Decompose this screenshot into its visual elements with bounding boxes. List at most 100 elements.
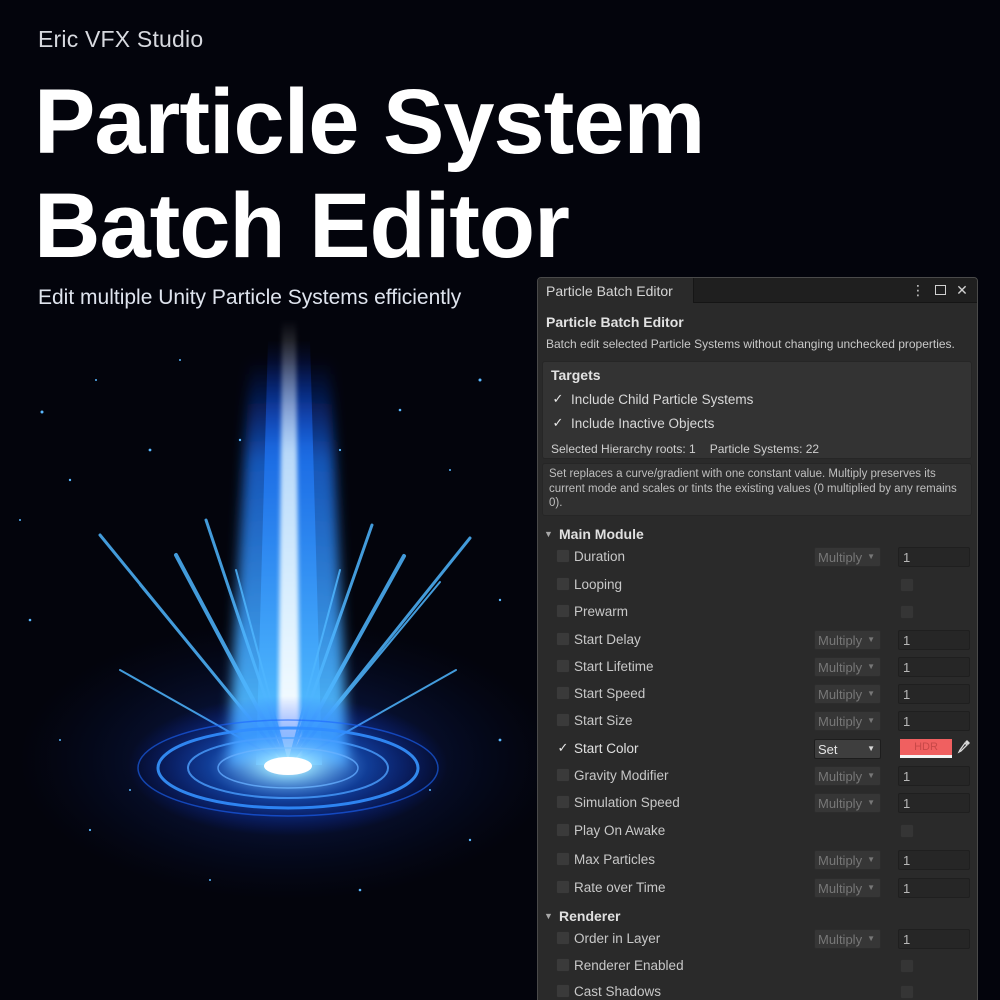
prewarm-checkbox[interactable]	[556, 604, 570, 618]
looping-value-toggle[interactable]	[900, 578, 914, 592]
more-options-icon[interactable]: ⋮	[911, 281, 925, 299]
rate-over-time-mode-dropdown[interactable]: Multiply ▼	[814, 878, 881, 898]
foldout-triangle-icon: ▼	[544, 911, 553, 921]
looping-checkbox[interactable]	[556, 577, 570, 591]
dropdown-arrow-icon: ▼	[867, 689, 875, 698]
start-lifetime-label: Start Lifetime	[574, 659, 654, 674]
include-inactive-toggle[interactable]: ✓ Include Inactive Objects	[551, 414, 715, 432]
check-icon[interactable]: ✓	[551, 391, 565, 406]
start-delay-value-field[interactable]: 1	[898, 630, 970, 650]
start-speed-checkbox[interactable]	[556, 686, 570, 700]
window-tab[interactable]: Particle Batch Editor	[538, 278, 694, 303]
window-controls: ⋮ ✕	[911, 281, 969, 299]
particle-batch-editor-window: Particle Batch Editor ⋮ ✕ Particle Batch…	[537, 277, 978, 1000]
hierarchy-roots-count: Selected Hierarchy roots: 1	[551, 442, 696, 456]
order-in-layer-mode-dropdown[interactable]: Multiply ▼	[814, 929, 881, 949]
prewarm-value-toggle[interactable]	[900, 605, 914, 619]
duration-value-field[interactable]: 1	[898, 547, 970, 567]
hero-title: Particle System Batch Editor	[34, 70, 705, 278]
start-lifetime-mode-dropdown[interactable]: Multiply ▼	[814, 657, 881, 677]
simulation-speed-mode-dropdown[interactable]: Multiply ▼	[814, 793, 881, 813]
close-icon[interactable]: ✕	[955, 281, 969, 299]
start-color-swatch[interactable]: HDR	[900, 739, 952, 758]
max-particles-checkbox[interactable]	[556, 852, 570, 866]
max-particles-mode-dropdown[interactable]: Multiply ▼	[814, 850, 881, 870]
main-module-foldout[interactable]: ▼ Main Module	[544, 525, 644, 543]
property-row-cast-shadows: Cast Shadows	[556, 982, 972, 1000]
hero-subtitle: Edit multiple Unity Particle Systems eff…	[38, 286, 462, 309]
order-in-layer-value-field[interactable]: 1	[898, 929, 970, 949]
foldout-triangle-icon: ▼	[544, 529, 553, 539]
start-size-label: Start Size	[574, 713, 633, 728]
start-color-checkbox[interactable]: ✓	[556, 740, 570, 755]
hero-title-line-1: Particle System	[34, 71, 705, 173]
check-icon[interactable]: ✓	[551, 415, 565, 430]
main-module-label: Main Module	[559, 526, 644, 542]
property-row-order-in-layer: Order in Layer Multiply ▼ 1	[556, 929, 972, 949]
simulation-speed-value-field[interactable]: 1	[898, 793, 970, 813]
renderer-foldout[interactable]: ▼ Renderer	[544, 907, 620, 925]
rate-over-time-value-field[interactable]: 1	[898, 878, 970, 898]
include-children-toggle[interactable]: ✓ Include Child Particle Systems	[551, 390, 754, 408]
dropdown-arrow-icon: ▼	[867, 716, 875, 725]
renderer-enabled-checkbox[interactable]	[556, 958, 570, 972]
start-color-mode-dropdown[interactable]: Set ▼	[814, 739, 881, 759]
max-particles-label: Max Particles	[574, 852, 656, 867]
targets-label: Targets	[551, 367, 601, 383]
panel-description: Batch edit selected Particle Systems wit…	[546, 337, 955, 351]
start-delay-mode-dropdown[interactable]: Multiply ▼	[814, 630, 881, 650]
prewarm-label: Prewarm	[574, 604, 629, 619]
renderer-enabled-value-toggle[interactable]	[900, 959, 914, 973]
help-info-box: Set replaces a curve/gradient with one c…	[542, 463, 972, 516]
property-row-prewarm: Prewarm	[556, 602, 972, 622]
targets-box: Targets ✓ Include Child Particle Systems…	[542, 361, 972, 459]
start-color-label: Start Color	[574, 741, 639, 756]
order-in-layer-checkbox[interactable]	[556, 931, 570, 945]
rate-over-time-checkbox[interactable]	[556, 880, 570, 894]
start-lifetime-checkbox[interactable]	[556, 659, 570, 673]
eyedropper-icon[interactable]	[957, 739, 971, 755]
simulation-speed-checkbox[interactable]	[556, 795, 570, 809]
dropdown-arrow-icon: ▼	[867, 883, 875, 892]
maximize-icon[interactable]	[933, 281, 947, 299]
simulation-speed-label: Simulation Speed	[574, 795, 680, 810]
play-on-awake-value-toggle[interactable]	[900, 824, 914, 838]
start-speed-mode-dropdown[interactable]: Multiply ▼	[814, 684, 881, 704]
cast-shadows-value-toggle[interactable]	[900, 985, 914, 999]
property-row-looping: Looping	[556, 575, 972, 595]
property-row-rate-over-time: Rate over Time Multiply ▼ 1	[556, 878, 972, 898]
property-row-gravity-modifier: Gravity Modifier Multiply ▼ 1	[556, 766, 972, 786]
duration-checkbox[interactable]	[556, 549, 570, 563]
cast-shadows-checkbox[interactable]	[556, 984, 570, 998]
start-lifetime-value-field[interactable]: 1	[898, 657, 970, 677]
property-row-start-color: ✓ Start Color Set ▼ HDR	[556, 739, 972, 759]
duration-label: Duration	[574, 549, 626, 564]
include-inactive-label: Include Inactive Objects	[571, 415, 715, 431]
property-row-renderer-enabled: Renderer Enabled	[556, 956, 972, 976]
max-particles-value-field[interactable]: 1	[898, 850, 970, 870]
order-in-layer-label: Order in Layer	[574, 931, 661, 946]
start-size-value-field[interactable]: 1	[898, 711, 970, 731]
renderer-label: Renderer	[559, 908, 621, 924]
renderer-enabled-label: Renderer Enabled	[574, 958, 684, 973]
start-size-mode-dropdown[interactable]: Multiply ▼	[814, 711, 881, 731]
gravity-modifier-mode-dropdown[interactable]: Multiply ▼	[814, 766, 881, 786]
start-size-checkbox[interactable]	[556, 713, 570, 727]
property-row-play-on-awake: Play On Awake	[556, 821, 972, 841]
start-speed-value-field[interactable]: 1	[898, 684, 970, 704]
window-titlebar: Particle Batch Editor ⋮ ✕	[538, 278, 977, 303]
duration-mode-dropdown[interactable]: Multiply ▼	[814, 547, 881, 567]
particle-systems-count: Particle Systems: 22	[709, 442, 820, 456]
gravity-modifier-value-field[interactable]: 1	[898, 766, 970, 786]
start-speed-label: Start Speed	[574, 686, 646, 701]
play-on-awake-checkbox[interactable]	[556, 823, 570, 837]
dropdown-arrow-icon: ▼	[867, 934, 875, 943]
dropdown-arrow-icon: ▼	[867, 744, 875, 753]
particle-effect-illustration	[18, 320, 540, 900]
dropdown-arrow-icon: ▼	[867, 662, 875, 671]
gravity-modifier-checkbox[interactable]	[556, 768, 570, 782]
gravity-modifier-label: Gravity Modifier	[574, 768, 669, 783]
property-row-start-delay: Start Delay Multiply ▼ 1	[556, 630, 972, 650]
start-delay-checkbox[interactable]	[556, 632, 570, 646]
property-row-start-speed: Start Speed Multiply ▼ 1	[556, 684, 972, 704]
